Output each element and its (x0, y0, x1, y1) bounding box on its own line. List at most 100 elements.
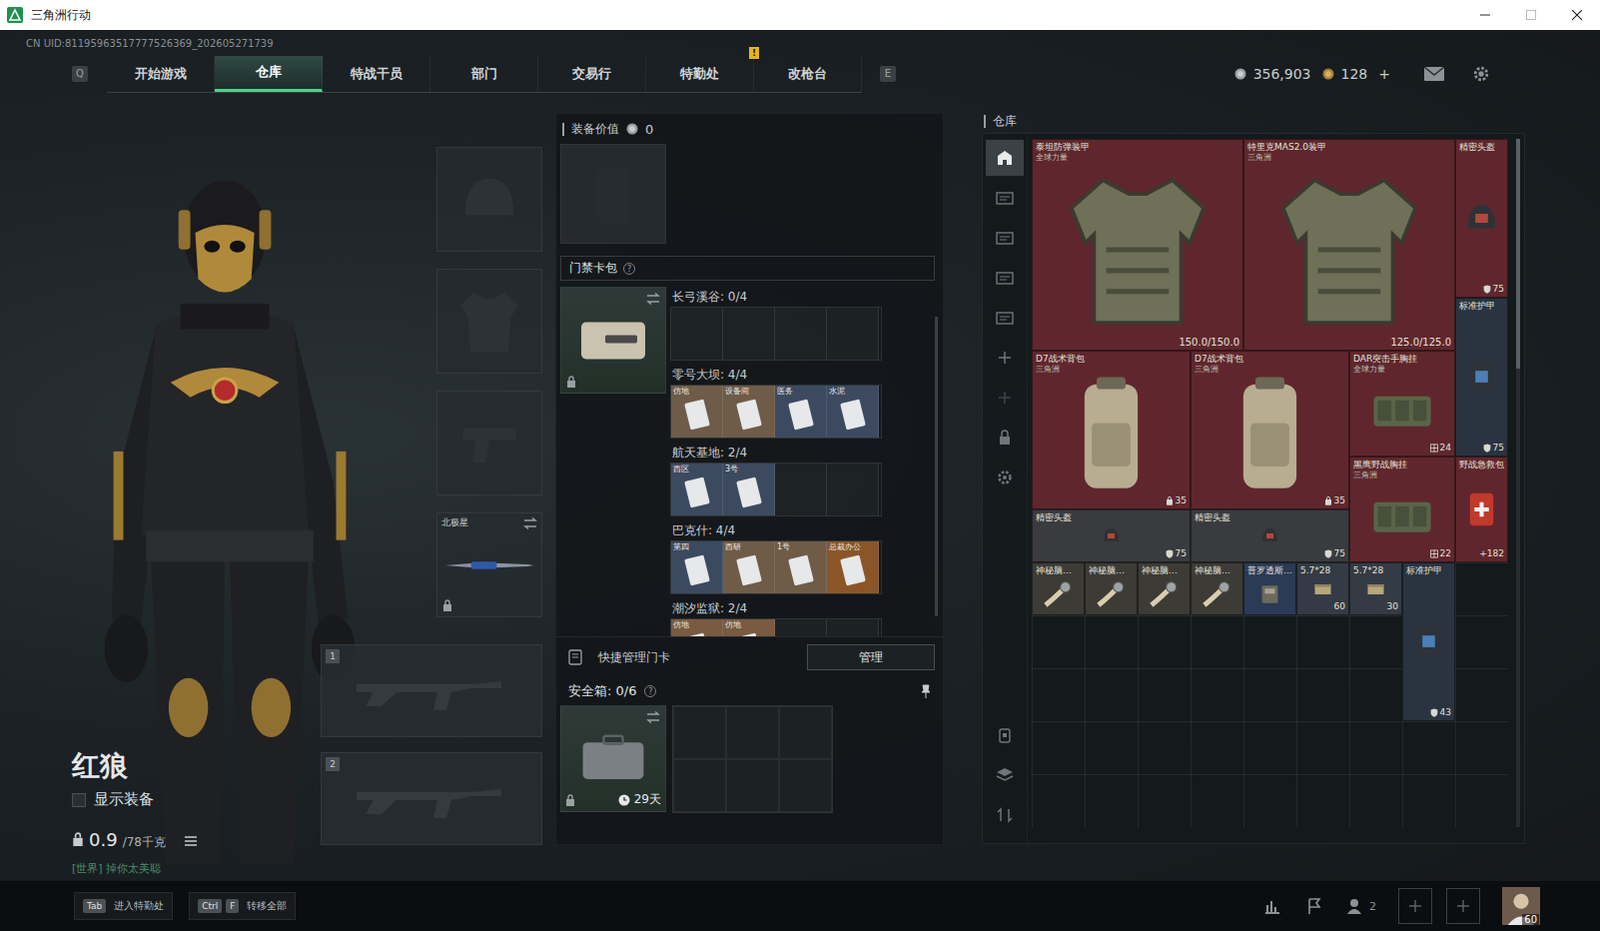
stats-icon[interactable] (1262, 895, 1283, 916)
nav-tab[interactable]: 改枪台 (754, 55, 862, 92)
inventory-item[interactable]: 标准护甲75 (1455, 297, 1509, 457)
empty-card-slot[interactable] (671, 307, 724, 360)
prev-tab-key[interactable]: Q (71, 65, 88, 82)
access-card[interactable]: 水泥 (826, 385, 879, 438)
inventory-item[interactable]: 标准护甲43 (1402, 562, 1456, 722)
scrollbar[interactable] (934, 316, 938, 617)
empty-card-slot[interactable] (775, 463, 827, 516)
safe-box-cell[interactable] (673, 759, 727, 812)
swap-icon[interactable] (646, 292, 661, 305)
weapon-slot[interactable]: 2 (320, 752, 543, 845)
sidebar-item[interactable] (985, 757, 1024, 794)
sidebar-item[interactable] (985, 717, 1024, 754)
player-avatar[interactable]: 60 (1502, 886, 1541, 925)
inventory-item[interactable]: D7战术背包三角洲35 (1190, 350, 1350, 510)
inventory-item[interactable]: 神秘脑… (1190, 562, 1244, 616)
settings-gear-icon[interactable] (1470, 64, 1493, 83)
mail-icon[interactable] (1423, 64, 1446, 83)
sidebar-item[interactable] (985, 339, 1024, 376)
flag-icon[interactable] (1304, 895, 1325, 916)
party-slot[interactable] (1398, 887, 1433, 924)
access-card[interactable]: 仿地 (723, 619, 776, 637)
empty-card-slot[interactable] (723, 307, 776, 360)
sidebar-item[interactable] (985, 459, 1024, 496)
help-badge[interactable]: ? (623, 262, 636, 275)
empty-card-slot[interactable] (775, 307, 827, 360)
inventory-item[interactable]: 神秘脑… (1084, 562, 1138, 616)
safe-box-cell[interactable] (779, 706, 832, 760)
safe-box-cell[interactable] (726, 706, 780, 760)
access-card[interactable]: 3号 (723, 463, 776, 516)
swap-icon[interactable] (646, 711, 661, 724)
maximize-button[interactable] (1508, 0, 1555, 30)
inventory-item[interactable]: 泰坦防弹装甲全球力量150.0/150.0 (1031, 138, 1244, 351)
access-card[interactable]: 仿地 (671, 619, 724, 637)
gear-slot[interactable] (436, 390, 543, 496)
sidebar-item[interactable] (985, 299, 1024, 336)
sidebar-item[interactable] (985, 379, 1024, 416)
inventory-item[interactable]: D7战术背包三角洲35 (1031, 350, 1191, 510)
scroll-thumb[interactable] (1516, 138, 1521, 369)
access-card[interactable]: 第四 (671, 541, 724, 594)
gear-slot[interactable] (436, 146, 543, 252)
gear-slot[interactable]: 北极星 (436, 512, 543, 618)
inventory-item[interactable]: 精密头盔75 (1190, 509, 1350, 563)
show-gear-checkbox[interactable] (71, 793, 86, 807)
sidebar-item[interactable] (985, 797, 1024, 833)
empty-card-slot[interactable] (826, 619, 879, 637)
nav-tab[interactable]: 仓库 (214, 55, 323, 92)
sidebar-item[interactable] (985, 259, 1024, 296)
warehouse-scrollbar[interactable] (1516, 138, 1521, 827)
inventory-item[interactable]: 普罗透斯… (1243, 562, 1297, 616)
key-hint[interactable]: CtrlF转移全部 (188, 891, 296, 920)
safe-box-cell[interactable] (779, 759, 832, 812)
backpack-slot[interactable] (560, 143, 667, 244)
add-token-button[interactable]: + (1378, 65, 1391, 82)
inventory-item[interactable]: DAR突击手胸挂全球力量24 (1349, 350, 1456, 457)
sidebar-item[interactable] (985, 179, 1024, 216)
nav-tab[interactable]: 特勤处! (646, 55, 755, 92)
access-card[interactable]: 西区 (671, 463, 724, 516)
inventory-item[interactable]: 精密头盔75 (1455, 138, 1509, 298)
access-card[interactable]: 仿地 (671, 385, 724, 438)
nav-tab[interactable]: 开始游戏 (106, 55, 215, 92)
safe-box-cell[interactable] (726, 759, 780, 812)
access-card[interactable]: 设备间 (723, 385, 776, 438)
access-card[interactable]: 西研 (723, 541, 776, 594)
next-tab-key[interactable]: E (879, 65, 896, 82)
nav-tab[interactable]: 交易行 (538, 55, 647, 92)
sidebar-item[interactable] (985, 139, 1024, 176)
inventory-item[interactable]: 精密头盔75 (1031, 509, 1191, 563)
show-gear-toggle[interactable]: 显示装备 (71, 790, 321, 809)
pin-icon[interactable] (920, 684, 931, 699)
nav-tab[interactable]: 部门 (430, 55, 539, 92)
safe-box-slot[interactable]: 29天 (560, 705, 667, 812)
gear-slot[interactable] (436, 268, 543, 374)
weapon-slot[interactable]: 1 (320, 644, 543, 738)
key-hint[interactable]: Tab进入特勤处 (73, 891, 173, 920)
sidebar-item[interactable] (985, 219, 1024, 256)
close-button[interactable] (1554, 0, 1600, 30)
inventory-item[interactable]: 神秘脑… (1031, 562, 1085, 616)
help-badge[interactable]: ? (644, 685, 657, 698)
nav-tab[interactable]: 特战干员 (322, 55, 431, 92)
access-card[interactable]: 1号 (775, 541, 827, 594)
empty-card-slot[interactable] (826, 463, 879, 516)
party-slot[interactable] (1446, 887, 1481, 924)
manage-button[interactable]: 管理 (806, 644, 935, 671)
empty-card-slot[interactable] (775, 619, 827, 637)
minimize-button[interactable] (1462, 0, 1509, 30)
inventory-item[interactable]: 黑鹰野战胸挂三角洲22 (1349, 456, 1456, 563)
empty-card-slot[interactable] (826, 307, 879, 360)
inventory-item[interactable]: 野战急救包+182 (1455, 456, 1509, 563)
inventory-item[interactable]: 神秘脑… (1137, 562, 1191, 616)
inventory-item[interactable]: 5.7*2860 (1296, 562, 1350, 616)
safe-box-cell[interactable] (673, 706, 727, 760)
inventory-item[interactable]: 特里克MAS2.0装甲三角洲125.0/125.0 (1243, 138, 1456, 351)
list-icon[interactable] (184, 835, 197, 846)
card-holder-slot[interactable] (560, 286, 667, 394)
access-card[interactable]: 医务 (775, 385, 827, 438)
access-card[interactable]: 总裁办公 (826, 541, 879, 594)
friends-button[interactable]: 2 (1346, 895, 1377, 916)
inventory-item[interactable]: 5.7*2830 (1349, 562, 1403, 616)
